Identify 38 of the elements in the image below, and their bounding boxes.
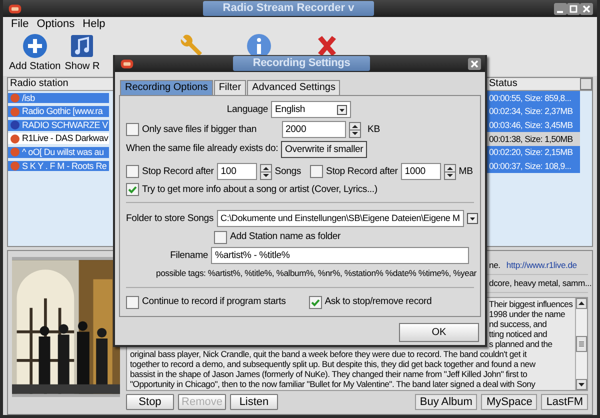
field-label: Folder to store Songs [126, 212, 214, 224]
station-name: Radio Gothic [www.ra [22, 106, 103, 118]
checkbox-label: Add Station name as folder [230, 231, 341, 243]
station-name: ^ oO[ Du willst was au [22, 147, 104, 158]
status-cell: 00:03:46, Size: 3,45MB [487, 118, 580, 132]
status-cell: 00:02:20, Size: 2,15MB [487, 146, 580, 160]
checkbox-label: Ask to stop/remove record [324, 296, 432, 308]
checkbox-label: Try to get more info about a song or artist (Cover, Lyrics...) [142, 184, 378, 196]
status-cell: 00:00:55, Size: 859,8... [487, 91, 580, 105]
checkbox-label: Only save files if bigger than [142, 124, 257, 136]
biography-line: s planned and the [489, 339, 552, 349]
unit-label: KB [368, 124, 380, 136]
status-cell: 00:00:37, Size: 108,9... [487, 159, 580, 173]
info-text: dcore, heavy metal, samm... [489, 278, 592, 289]
biography-line: bassist in the shape of Jason James (formerly of NuKe). They changed their name from "Jeff Killed John" first to [130, 369, 528, 379]
field-label: When the same file already exists do: [126, 143, 278, 155]
biography-line: Their biggest influences [489, 299, 573, 309]
checkbox-label: Continue to record if program starts [142, 296, 286, 308]
unit-label: Songs [274, 166, 301, 178]
biography-line: 1998 under the name [489, 309, 566, 319]
status-cell: 00:01:38, Size: 1,50MB [487, 132, 580, 146]
status-cell: 00:02:34, Size: 2,37MB [487, 104, 580, 118]
info-text: ne. [489, 260, 500, 271]
station-name: S K Y . F M - Roots Re [22, 160, 107, 172]
biography-line: together to record a demo, and subsequently split up. But despite this, they did get back together and found a new [130, 359, 536, 369]
biography-line: nd success, and [489, 319, 547, 329]
field-label: Filename [169, 250, 208, 262]
station-name: /isb [22, 92, 35, 104]
hint-text: possible tags: %artist%, %title%, %album%, %nr%, %station% %date% %time%, %year [156, 268, 476, 278]
unit-label: MB [458, 166, 473, 178]
dialog-title: Recording Settings [232, 56, 370, 72]
field-label: Language [226, 104, 268, 116]
biography-line: tting noticed and [489, 329, 547, 339]
window-title: Radio Stream Recorder v [202, 1, 374, 16]
biography-line: original bass player, Nick Crandle, quit the band a week before they were due to record. The band couldn't get it [130, 349, 528, 359]
checkbox-label: Stop Record after [326, 166, 398, 178]
biography-line: "Opportunity in Chicago", then to the now familiar "Bullet for My Valentine". The band later signed a deal with Sony [130, 379, 536, 389]
checkbox-label: Stop Record after [142, 166, 214, 178]
